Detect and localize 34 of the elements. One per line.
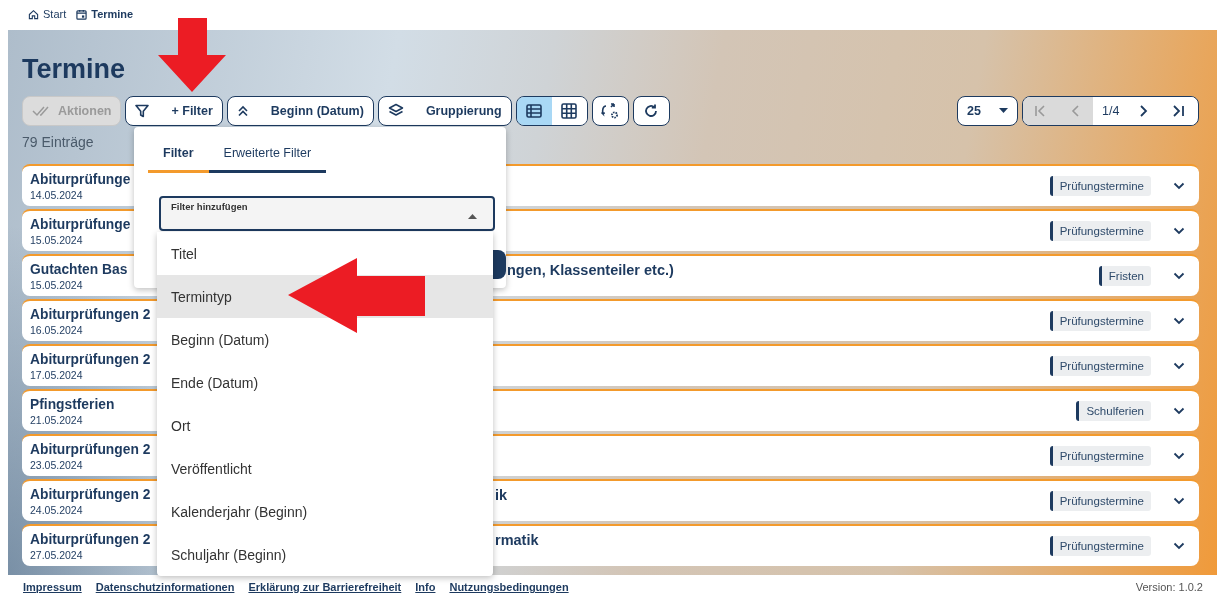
appointment-date: 27.05.2024	[30, 548, 83, 562]
appointment-title: Abiturprüfunge	[30, 215, 131, 234]
type-tag: Prüfungstermine	[1049, 446, 1151, 466]
type-tag: Prüfungstermine	[1049, 176, 1151, 196]
version-text: Version: 1.0.2	[1135, 581, 1203, 593]
type-tag: Prüfungstermine	[1049, 536, 1151, 556]
appointment-date: 24.05.2024	[30, 503, 83, 517]
appointment-date: 17.05.2024	[30, 368, 83, 382]
appointment-date: 15.05.2024	[30, 278, 83, 292]
page-indicator: 1/4	[1101, 103, 1121, 120]
type-tag: Prüfungstermine	[1049, 356, 1151, 376]
type-tag: Prüfungstermine	[1049, 311, 1151, 331]
appointment-title: ngen, Klassenteiler etc.)	[507, 262, 674, 278]
appointment-date: 15.05.2024	[30, 233, 83, 247]
type-tag: Prüfungstermine	[1049, 221, 1151, 241]
type-tag: Fristen	[1098, 266, 1151, 286]
appointment-title: Gutachten Bas	[30, 260, 128, 279]
page-title: Termine	[22, 53, 127, 86]
type-tag: Prüfungstermine	[1049, 491, 1151, 511]
appointment-title: Abiturprüfungen 2	[30, 350, 151, 369]
appointment-title: Abiturprüfungen 2	[30, 305, 151, 324]
appointment-date: 23.05.2024	[30, 458, 83, 472]
appointment-title: Abiturprüfunge	[30, 170, 131, 189]
appointment-title: Abiturprüfungen 2	[30, 440, 151, 459]
appointment-title: Abiturprüfungen 2	[30, 485, 151, 504]
appointment-date: 16.05.2024	[30, 323, 83, 337]
appointment-title: Abiturprüfungen 2	[30, 530, 151, 549]
appointment-title: Pfingstferien	[30, 395, 115, 414]
entry-count: 79 Einträge	[22, 134, 94, 152]
appointment-title: rmatik	[495, 532, 539, 548]
appointment-date: 14.05.2024	[30, 188, 83, 202]
appointment-title: ik	[495, 487, 508, 503]
type-tag: Schulferien	[1076, 401, 1151, 421]
appointment-date: 21.05.2024	[30, 413, 83, 427]
